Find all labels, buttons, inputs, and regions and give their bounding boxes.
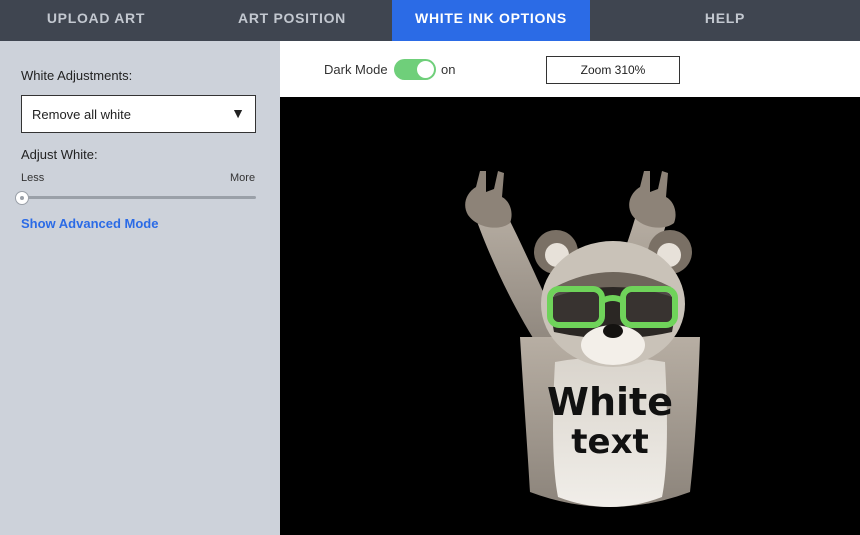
right-hand: [629, 171, 676, 228]
dark-mode-state-label: on: [441, 62, 456, 77]
dropdown-arrow-icon: ▼: [231, 105, 245, 121]
white-adjustments-label: White Adjustments:: [21, 68, 133, 83]
show-advanced-mode-link[interactable]: Show Advanced Mode: [21, 216, 158, 231]
slider-min-label: Less: [21, 172, 45, 184]
tab-art-position[interactable]: ART POSITION: [192, 0, 392, 41]
tab-bar: UPLOAD ART ART POSITION WHITE INK OPTION…: [0, 0, 860, 41]
tab-help[interactable]: HELP: [590, 0, 860, 41]
select-value: Remove all white: [32, 107, 131, 122]
zoom-button[interactable]: Zoom 310%: [546, 56, 680, 84]
art-canvas[interactable]: White text: [280, 97, 860, 535]
raccoon-nose: [603, 324, 623, 338]
sidebar: White Adjustments: Remove all white ▼ Ad…: [0, 41, 280, 535]
artwork-text-line2: text: [571, 422, 649, 462]
adjust-white-slider-thumb[interactable]: [15, 191, 29, 205]
adjust-white-slider-track[interactable]: [21, 196, 256, 199]
tab-white-ink-options[interactable]: WHITE INK OPTIONS: [392, 0, 590, 41]
canvas-toolbar: Dark Mode on Zoom 310%: [280, 41, 860, 97]
raccoon-artwork[interactable]: White text: [280, 97, 860, 535]
slider-max-label: More: [230, 172, 256, 184]
toggle-knob: [417, 61, 434, 78]
artwork-text-line1: White: [547, 380, 673, 424]
left-hand: [465, 171, 512, 228]
white-adjustments-select[interactable]: Remove all white ▼: [21, 95, 256, 133]
adjust-white-label: Adjust White:: [21, 147, 98, 162]
dark-mode-toggle[interactable]: [394, 59, 436, 80]
dark-mode-label: Dark Mode: [324, 62, 388, 77]
tab-upload-art[interactable]: UPLOAD ART: [0, 0, 192, 41]
